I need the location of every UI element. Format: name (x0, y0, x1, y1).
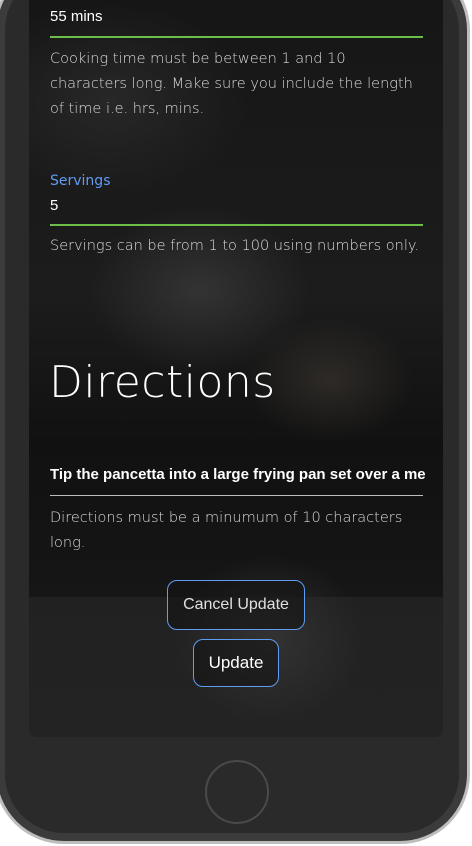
directions-helper-text: Directions must be a minumum of 10 chara… (50, 510, 403, 551)
servings-helper-text: Servings can be from 1 to 100 using numb… (50, 238, 420, 254)
phone-home-button (205, 760, 269, 824)
servings-underline (50, 224, 423, 226)
cooking-time-input[interactable]: 55 mins (50, 8, 103, 25)
cooking-time-underline (50, 36, 423, 38)
directions-underline (50, 495, 423, 496)
update-button[interactable]: Update (193, 639, 279, 687)
directions-heading: Directions (49, 357, 276, 408)
app-screen: 55 mins Cooking time must be between 1 a… (29, 0, 443, 737)
servings-input[interactable]: 5 (50, 197, 58, 214)
directions-input[interactable]: Tip the pancetta into a large frying pan… (50, 466, 425, 483)
cooking-time-helper-text: Cooking time must be between 1 and 10 ch… (50, 51, 413, 117)
cancel-update-button[interactable]: Cancel Update (167, 580, 305, 630)
servings-label: Servings (50, 173, 111, 189)
